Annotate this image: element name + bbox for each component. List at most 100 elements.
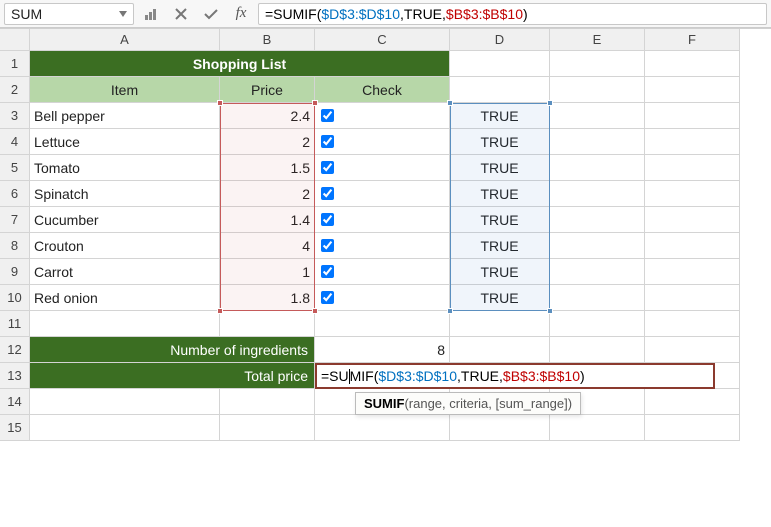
cell[interactable] [645,311,740,337]
item-true[interactable]: TRUE [450,259,550,285]
item-name[interactable]: Red onion [30,285,220,311]
cell[interactable] [550,51,645,77]
row-header[interactable]: 11 [0,311,30,337]
col-header-C[interactable]: C [315,29,450,51]
col-header-E[interactable]: E [550,29,645,51]
item-checkbox[interactable] [321,265,334,278]
cell[interactable] [645,155,740,181]
row-header[interactable]: 4 [0,129,30,155]
cell[interactable] [645,389,740,415]
col-header-F[interactable]: F [645,29,740,51]
item-check-cell[interactable] [315,259,450,285]
cell[interactable] [550,311,645,337]
title-cell[interactable]: Shopping List [30,51,450,77]
item-true[interactable]: TRUE [450,207,550,233]
item-true[interactable]: TRUE [450,155,550,181]
name-box-dropdown-icon[interactable] [117,8,129,20]
cell[interactable] [645,337,740,363]
cell[interactable] [450,51,550,77]
insert-chart-icon[interactable] [138,3,164,25]
formula-input[interactable]: =SUMIF($D$3:$D$10,TRUE,$B$3:$B$10) [258,3,767,25]
item-price[interactable]: 1.4 [220,207,315,233]
cell[interactable] [30,415,220,441]
cancel-icon[interactable] [168,3,194,25]
cell[interactable] [30,311,220,337]
row-header[interactable]: 14 [0,389,30,415]
cell[interactable] [450,311,550,337]
cell[interactable] [645,181,740,207]
cell[interactable] [645,77,740,103]
item-price[interactable]: 2.4 [220,103,315,129]
cell[interactable] [550,155,645,181]
col-header-D[interactable]: D [450,29,550,51]
item-price[interactable]: 1.8 [220,285,315,311]
row-header[interactable]: 10 [0,285,30,311]
item-true[interactable]: TRUE [450,285,550,311]
row-header[interactable]: 13 [0,363,30,389]
item-check-cell[interactable] [315,207,450,233]
cell[interactable] [220,311,315,337]
item-checkbox[interactable] [321,187,334,200]
item-name[interactable]: Carrot [30,259,220,285]
row-header[interactable]: 1 [0,51,30,77]
cell[interactable] [30,389,220,415]
header-check[interactable]: Check [315,77,450,103]
header-item[interactable]: Item [30,77,220,103]
cell-editor[interactable]: =SUMIF($D$3:$D$10,TRUE,$B$3:$B$10) [315,363,715,389]
cell[interactable] [645,207,740,233]
row-header[interactable]: 7 [0,207,30,233]
cell[interactable] [315,415,450,441]
cell[interactable] [550,233,645,259]
row-header[interactable]: 15 [0,415,30,441]
cell[interactable] [550,129,645,155]
item-price[interactable]: 2 [220,129,315,155]
cell[interactable] [550,181,645,207]
cell[interactable] [645,415,740,441]
cell[interactable] [645,285,740,311]
item-true[interactable]: TRUE [450,181,550,207]
cell[interactable] [550,415,645,441]
item-true[interactable]: TRUE [450,129,550,155]
item-check-cell[interactable] [315,155,450,181]
row-header[interactable]: 5 [0,155,30,181]
item-name[interactable]: Spinatch [30,181,220,207]
cell[interactable] [645,129,740,155]
item-checkbox[interactable] [321,239,334,252]
cell[interactable] [220,415,315,441]
cell[interactable] [645,259,740,285]
cell[interactable] [550,285,645,311]
item-check-cell[interactable] [315,285,450,311]
item-check-cell[interactable] [315,129,450,155]
cell[interactable] [550,77,645,103]
row-header[interactable]: 2 [0,77,30,103]
row-header[interactable]: 6 [0,181,30,207]
select-all-corner[interactable] [0,29,30,51]
item-true[interactable]: TRUE [450,233,550,259]
cell[interactable] [450,415,550,441]
item-check-cell[interactable] [315,181,450,207]
row-header[interactable]: 9 [0,259,30,285]
cell[interactable] [220,389,315,415]
cell[interactable] [450,337,550,363]
row-header[interactable]: 12 [0,337,30,363]
count-value[interactable]: 8 [315,337,450,363]
item-checkbox[interactable] [321,135,334,148]
spreadsheet-grid[interactable]: A B C D E F 1 Shopping List 2 Item Price… [0,28,771,441]
row-header[interactable]: 3 [0,103,30,129]
item-true[interactable]: TRUE [450,103,550,129]
name-box[interactable]: SUM [4,3,134,25]
item-checkbox[interactable] [321,161,334,174]
item-checkbox[interactable] [321,109,334,122]
cell[interactable] [550,207,645,233]
col-header-B[interactable]: B [220,29,315,51]
item-checkbox[interactable] [321,291,334,304]
item-name[interactable]: Cucumber [30,207,220,233]
cell[interactable] [645,51,740,77]
item-price[interactable]: 4 [220,233,315,259]
item-name[interactable]: Tomato [30,155,220,181]
col-header-A[interactable]: A [30,29,220,51]
item-check-cell[interactable] [315,233,450,259]
item-price[interactable]: 1 [220,259,315,285]
item-price[interactable]: 1.5 [220,155,315,181]
item-name[interactable]: Lettuce [30,129,220,155]
